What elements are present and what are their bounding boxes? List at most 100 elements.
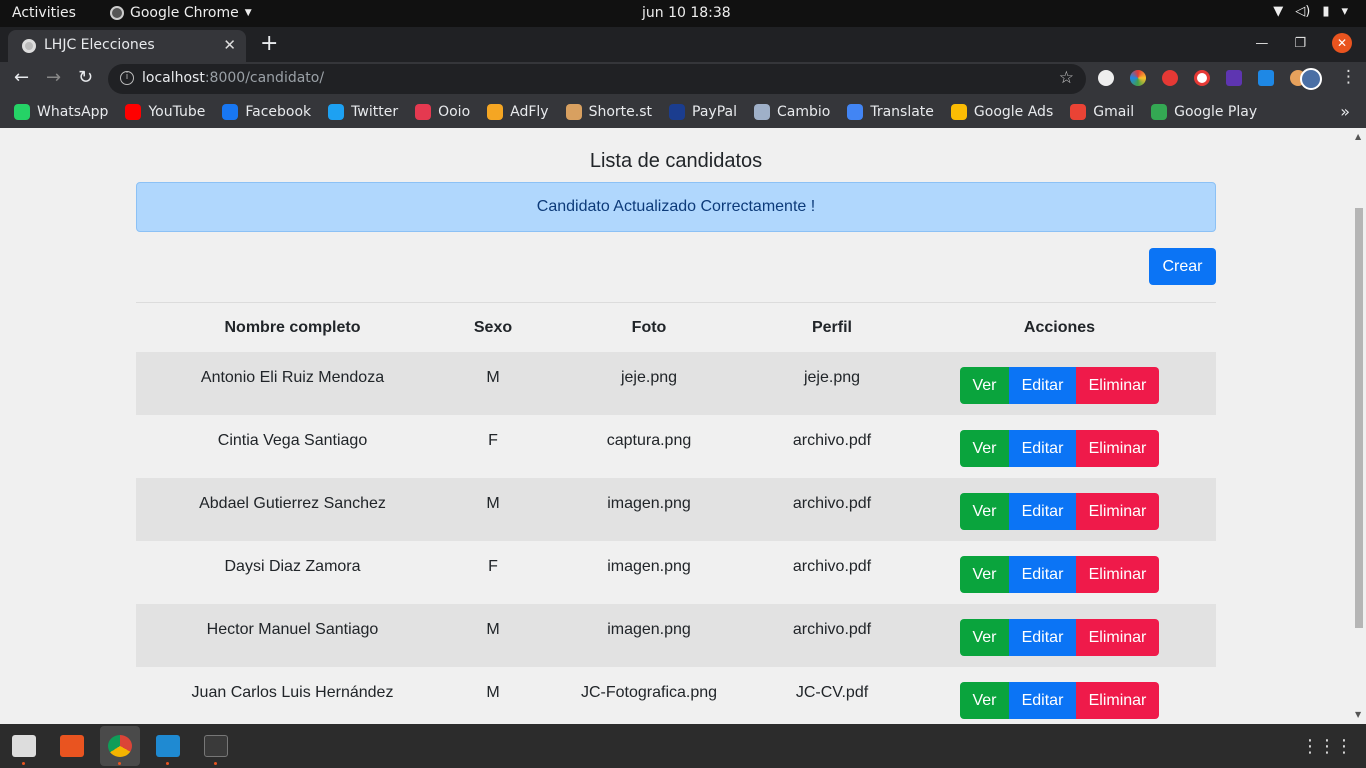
- bookmark-star-icon[interactable]: ☆: [1059, 68, 1074, 88]
- edit-button[interactable]: Editar: [1009, 493, 1076, 530]
- edit-button[interactable]: Editar: [1009, 619, 1076, 656]
- extension-icon[interactable]: [1258, 70, 1274, 86]
- tab-active[interactable]: LHJC Elecciones ✕: [8, 30, 246, 62]
- minimize-button[interactable]: —: [1255, 36, 1268, 51]
- cambio-icon: [753, 104, 770, 120]
- bookmark-gmail[interactable]: Gmail: [1070, 104, 1134, 120]
- vscode-icon: [156, 735, 180, 757]
- extension-icon[interactable]: [1194, 70, 1210, 86]
- bookmark-translate[interactable]: Translate: [847, 104, 934, 120]
- software-app[interactable]: [52, 726, 92, 766]
- info-icon[interactable]: i: [120, 71, 134, 85]
- candidate-photo: jeje.png: [620, 369, 678, 386]
- bookmark-label: Ooio: [438, 104, 471, 120]
- bookmark-google-ads[interactable]: Google Ads: [950, 104, 1053, 120]
- delete-button[interactable]: Eliminar: [1076, 619, 1159, 656]
- candidate-profile: archivo.pdf: [792, 621, 872, 638]
- bookmark-label: Google Play: [1174, 104, 1258, 120]
- edit-button[interactable]: Editar: [1009, 556, 1076, 593]
- extension-icon[interactable]: [1130, 70, 1146, 86]
- facebook-icon: [222, 104, 239, 120]
- bookmark-adfly[interactable]: AdFly: [487, 104, 549, 120]
- column-header: Sexo: [473, 319, 513, 336]
- maximize-button[interactable]: ❐: [1294, 36, 1306, 51]
- activities-button[interactable]: Activities: [12, 5, 76, 21]
- view-button[interactable]: Ver: [960, 682, 1009, 719]
- more-bookmarks-icon[interactable]: »: [1340, 102, 1350, 121]
- bookmark-whatsapp[interactable]: WhatsApp: [14, 104, 108, 120]
- volume-icon: ◁): [1295, 4, 1311, 19]
- url-text[interactable]: localhost:8000/candidato/: [142, 70, 324, 86]
- actions-cell: Ver Editar Eliminar: [903, 352, 1216, 415]
- reload-icon[interactable]: ↻: [78, 67, 93, 88]
- table-row: Juan Carlos Luis Hernández M JC-Fotografic…: [136, 667, 1216, 724]
- vscode-app[interactable]: [148, 726, 188, 766]
- paypal-icon: [669, 104, 686, 120]
- show-applications-icon[interactable]: ⋮⋮⋮: [1301, 736, 1353, 757]
- edit-button[interactable]: Editar: [1009, 430, 1076, 467]
- scroll-down-icon[interactable]: ▼: [1355, 710, 1361, 719]
- bookmark-twitter[interactable]: Twitter: [328, 104, 398, 120]
- bookmark-shortest[interactable]: Shorte.st: [565, 104, 652, 120]
- delete-button[interactable]: Eliminar: [1076, 682, 1159, 719]
- bookmark-google-play[interactable]: Google Play: [1151, 104, 1257, 120]
- view-button[interactable]: Ver: [960, 556, 1009, 593]
- extension-icon[interactable]: [1226, 70, 1242, 86]
- view-button[interactable]: Ver: [960, 430, 1009, 467]
- bookmark-ooio[interactable]: Ooio: [415, 104, 470, 120]
- system-tray[interactable]: ▼ ◁) ▮ ▾: [1273, 4, 1348, 19]
- view-button[interactable]: Ver: [960, 493, 1009, 530]
- candidate-profile: archivo.pdf: [792, 558, 872, 575]
- terminal-icon: [204, 735, 228, 757]
- view-button[interactable]: Ver: [960, 367, 1009, 404]
- whatsapp-icon: [14, 104, 30, 120]
- edit-button[interactable]: Editar: [1009, 367, 1076, 404]
- new-tab-button[interactable]: +: [260, 31, 278, 56]
- scrollbar-thumb[interactable]: [1355, 208, 1363, 628]
- candidate-name: Daysi Diaz Zamora: [224, 558, 361, 575]
- back-arrow-icon[interactable]: ←: [14, 67, 29, 88]
- candidate-profile: archivo.pdf: [792, 495, 872, 512]
- delete-button[interactable]: Eliminar: [1076, 556, 1159, 593]
- address-bar[interactable]: i localhost:8000/candidato/ ☆: [108, 64, 1086, 94]
- profile-avatar[interactable]: [1300, 68, 1322, 90]
- page-scrollbar[interactable]: ▲ ▼: [1352, 128, 1366, 724]
- create-button[interactable]: Crear: [1149, 248, 1216, 285]
- scroll-up-icon[interactable]: ▲: [1355, 132, 1361, 141]
- bookmark-cambio[interactable]: Cambio: [753, 104, 830, 120]
- tab-strip: LHJC Elecciones ✕ + — ❐ ✕: [0, 27, 1366, 62]
- delete-button[interactable]: Eliminar: [1076, 367, 1159, 404]
- chrome-app[interactable]: [100, 726, 140, 766]
- software-center-icon: [60, 735, 84, 757]
- chrome-icon: [110, 6, 124, 20]
- files-app[interactable]: [4, 726, 44, 766]
- bookmark-label: WhatsApp: [37, 104, 109, 120]
- adblock-icon[interactable]: [1162, 70, 1178, 86]
- bookmark-paypal[interactable]: PayPal: [669, 104, 737, 120]
- close-tab-icon[interactable]: ✕: [223, 36, 236, 54]
- gmail-icon: [1070, 104, 1087, 120]
- extension-icon[interactable]: [1098, 70, 1114, 86]
- running-indicator: [118, 762, 121, 765]
- bookmark-label: Facebook: [245, 104, 312, 120]
- edit-button[interactable]: Editar: [1009, 682, 1076, 719]
- app-menu[interactable]: Google Chrome ▼: [110, 5, 252, 21]
- bookmark-facebook[interactable]: Facebook: [222, 104, 311, 120]
- close-window-button[interactable]: ✕: [1332, 33, 1352, 53]
- view-button[interactable]: Ver: [960, 619, 1009, 656]
- table-row: Cintia Vega Santiago Fcaptura.png archivo.…: [136, 415, 1216, 478]
- page-viewport: Lista de candidatos Candidato Actualizad…: [0, 128, 1352, 724]
- more-menu-icon[interactable]: ⋮: [1340, 67, 1357, 87]
- bookmark-youtube[interactable]: YouTube: [125, 104, 205, 120]
- delete-button[interactable]: Eliminar: [1076, 430, 1159, 467]
- globe-icon: [22, 39, 36, 53]
- extensions-area: [1098, 70, 1306, 86]
- delete-button[interactable]: Eliminar: [1076, 493, 1159, 530]
- terminal-app[interactable]: [196, 726, 236, 766]
- candidate-photo: imagen.png: [607, 621, 691, 638]
- forward-arrow-icon[interactable]: →: [46, 67, 61, 88]
- bookmark-label: Translate: [870, 104, 934, 120]
- candidate-sex: M: [486, 621, 500, 638]
- clock[interactable]: jun 10 18:38: [642, 5, 731, 21]
- browser-toolbar: ← → ↻ i localhost:8000/candidato/ ☆ ⋮: [0, 62, 1366, 96]
